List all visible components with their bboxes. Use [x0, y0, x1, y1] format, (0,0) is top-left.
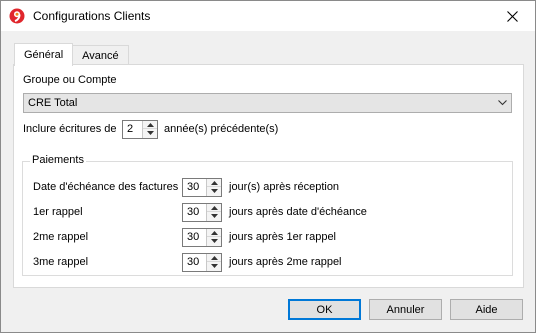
group-account-value: CRE Total — [28, 97, 78, 109]
dialog-window: Configurations Clients Général Avancé Gr… — [0, 0, 536, 333]
reminder-3-up[interactable] — [207, 254, 221, 262]
tab-general[interactable]: Général — [14, 43, 74, 66]
reminder-2-label: 2me rappel — [33, 231, 89, 243]
reminder-1-suffix: jours après date d'échéance — [229, 206, 367, 218]
payments-title: Paiements — [30, 154, 86, 166]
window-title: Configurations Clients — [33, 9, 151, 23]
reminder-2-value: 30 — [187, 231, 200, 243]
tab-strip: Général Avancé — [14, 43, 129, 66]
close-button[interactable] — [489, 1, 535, 31]
arrow-up-icon — [210, 255, 218, 260]
reminder-3-suffix: jours après 2me rappel — [229, 256, 342, 268]
arrow-up-icon — [146, 122, 154, 127]
group-account-label: Groupe ou Compte — [23, 74, 117, 86]
banana-logo-icon — [9, 8, 25, 24]
reminder-1-down[interactable] — [207, 212, 221, 220]
due-date-label: Date d'échéance des factures — [33, 181, 179, 193]
reminder-3-stepper[interactable]: 30 — [182, 253, 222, 272]
reminder-2-stepper[interactable]: 30 — [182, 228, 222, 247]
reminder-1-label: 1er rappel — [33, 206, 83, 218]
include-years-up[interactable] — [143, 121, 157, 129]
reminder-2-suffix: jours après 1er rappel — [229, 231, 337, 243]
reminder-2-up[interactable] — [207, 229, 221, 237]
reminder-3-value: 30 — [187, 256, 200, 268]
group-account-select[interactable]: CRE Total — [23, 93, 512, 113]
due-date-value: 30 — [187, 181, 200, 193]
tab-advanced[interactable]: Avancé — [72, 45, 129, 65]
arrow-down-icon — [210, 189, 218, 193]
include-years-suffix: année(s) précédente(s) — [164, 123, 279, 135]
chevron-down-icon — [498, 100, 507, 106]
arrow-up-icon — [210, 230, 218, 235]
due-date-suffix: jour(s) après réception — [229, 181, 340, 193]
reminder-1-up[interactable] — [207, 204, 221, 212]
reminder-1-stepper[interactable]: 30 — [182, 203, 222, 222]
ok-button[interactable]: OK — [288, 299, 361, 320]
include-years-value: 2 — [127, 123, 134, 135]
title-bar[interactable]: Configurations Clients — [1, 1, 535, 31]
due-date-up[interactable] — [207, 179, 221, 187]
arrow-down-icon — [210, 264, 218, 268]
arrow-up-icon — [210, 180, 218, 185]
include-years-down[interactable] — [143, 129, 157, 137]
reminder-3-down[interactable] — [207, 262, 221, 270]
help-button[interactable]: Aide — [450, 299, 523, 320]
include-entries-label: Inclure écritures de — [23, 123, 117, 135]
reminder-3-label: 3me rappel — [33, 256, 89, 268]
arrow-down-icon — [210, 214, 218, 218]
cancel-button[interactable]: Annuler — [369, 299, 442, 320]
arrow-up-icon — [210, 205, 218, 210]
due-date-stepper[interactable]: 30 — [182, 178, 222, 197]
arrow-down-icon — [210, 239, 218, 243]
reminder-2-down[interactable] — [207, 237, 221, 245]
reminder-1-value: 30 — [187, 206, 200, 218]
due-date-down[interactable] — [207, 187, 221, 195]
arrow-down-icon — [146, 131, 154, 135]
close-icon — [506, 10, 518, 22]
include-years-stepper[interactable]: 2 — [122, 120, 158, 139]
